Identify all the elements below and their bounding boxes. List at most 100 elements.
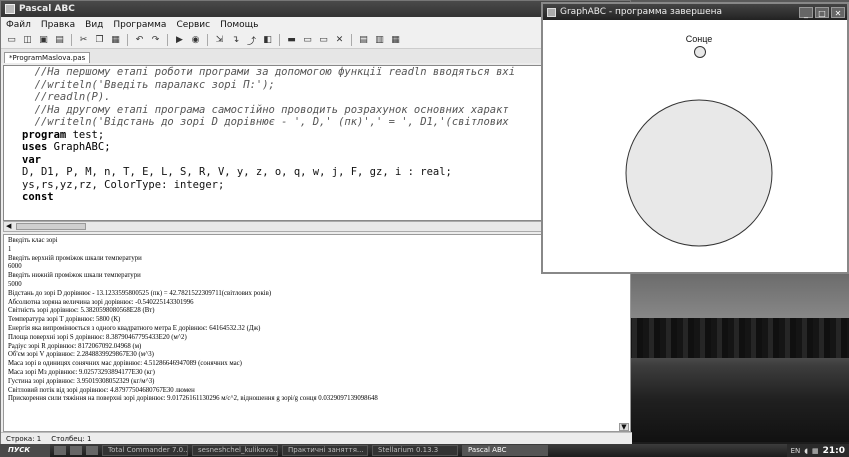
output-line: Прискорення сили тяжіння на поверхні зор…: [8, 395, 378, 403]
close-tab-icon[interactable]: ✕: [333, 34, 346, 46]
close-icon[interactable]: ✕: [831, 6, 845, 18]
system-tray: EN ◖ ▦ 21:0: [786, 444, 849, 457]
save-all-icon[interactable]: ▤: [53, 34, 66, 46]
code-line: D, D1, P, M, n, T, E, L, S, R, V, y, z, …: [22, 166, 452, 178]
code-line: //На другому етапі програма самостійно п…: [22, 103, 509, 116]
menu-bar: Файл Правка Вид Программа Сервис Помощь: [1, 17, 630, 32]
toolbar-divider: [207, 34, 208, 46]
code-line: //writeln('Введіть паралакс зорі П:');: [22, 78, 275, 91]
code-keyword: const: [22, 191, 54, 203]
sun-label: Сонце: [686, 34, 713, 44]
minimize-icon[interactable]: _: [799, 6, 813, 18]
toolbar-divider: [71, 34, 72, 46]
graphabc-window: GraphABC - программа завершена _ □ ✕ Сон…: [541, 2, 849, 274]
output-line: Об'єм зорі V дорівнює: 2.2848839929867E3…: [8, 351, 154, 359]
toolbar-divider: [351, 34, 352, 46]
paste-icon[interactable]: ▦: [109, 34, 122, 46]
redo-icon[interactable]: ↷: [149, 34, 162, 46]
code-line: ys,rs,yz,rz, ColorType: integer;: [22, 178, 225, 191]
menu-view[interactable]: Вид: [85, 20, 103, 30]
code-line: //writeln('Відстань до зорі D дорівнює -…: [22, 116, 509, 128]
taskbar-item[interactable]: sesneshchel_kulikova...: [192, 445, 278, 456]
menu-edit[interactable]: Правка: [41, 20, 75, 30]
start-button[interactable]: ПУСК: [0, 444, 50, 457]
tab-program-file[interactable]: *ProgramMaslova.pas: [4, 52, 91, 63]
pascal-window-title: Pascal ABC: [19, 4, 75, 14]
editor-tabs: *ProgramMaslova.pas: [1, 49, 630, 63]
output-line: Введіть нижній проміжок шкали температур…: [8, 272, 141, 280]
status-column: Столбец: 1: [51, 434, 92, 443]
undo-icon[interactable]: ↶: [133, 34, 146, 46]
code-line: //readln(P).: [22, 91, 111, 103]
tray-volume-icon[interactable]: ◖: [804, 447, 808, 455]
code-keyword: var: [22, 153, 41, 166]
help-icon[interactable]: ▦: [389, 34, 402, 46]
output-panel[interactable]: Введіть клас зорі 1 Введіть верхній проміж…: [3, 234, 631, 432]
menu-file[interactable]: Файл: [6, 20, 31, 30]
graph-app-icon: [547, 7, 556, 17]
new-file-icon[interactable]: ▭: [5, 34, 18, 46]
pascal-title-bar[interactable]: Pascal ABC: [1, 1, 630, 17]
graph-canvas: Сонце: [625, 34, 773, 247]
status-bar: Строка: 1 Столбец: 1: [1, 432, 632, 444]
quicklaunch-browser-icon[interactable]: [70, 446, 82, 455]
scroll-left-icon[interactable]: ◀: [6, 222, 11, 231]
step-into-icon[interactable]: ⇲: [213, 34, 226, 46]
output-line: Світність зорі дорівнює: 5.3820598080568…: [8, 307, 155, 315]
code-line: const: [4, 191, 630, 204]
tray-network-icon[interactable]: ▦: [812, 447, 819, 455]
toolbar-divider: [279, 34, 280, 46]
options-icon[interactable]: ▥: [373, 34, 386, 46]
clock: 21:0: [822, 445, 845, 456]
output-line: Густина зорі дорівнює: 3.95019308052329 …: [8, 377, 155, 385]
output-lines: Введіть клас зорі 1 Введіть верхній проміж…: [8, 237, 626, 404]
code-editor[interactable]: //На першому етапі роботи програми за до…: [3, 65, 631, 221]
output-line: 5000: [8, 280, 22, 288]
copy-icon[interactable]: ❐: [93, 34, 106, 46]
maximize-icon[interactable]: □: [815, 6, 829, 18]
scroll-down-icon[interactable]: ▼: [619, 423, 629, 431]
output-line: Радіус зорі R дорівнює: 8172067092.04968…: [8, 342, 142, 350]
scrollbar-thumb[interactable]: [16, 223, 86, 230]
stop-icon[interactable]: ◉: [189, 34, 202, 46]
menu-service[interactable]: Сервис: [176, 20, 210, 30]
taskbar-item[interactable]: Total Commander 7.0...: [102, 445, 188, 456]
watch-icon[interactable]: ◧: [261, 34, 274, 46]
toolbar: ▭ ◫ ▣ ▤ ✂ ❐ ▦ ↶ ↷ ▶ ◉ ⇲ ↴ ⤴ ◧ ▬ ▭ ▭ ✕ ▤ …: [1, 32, 630, 49]
star-circle: [625, 99, 773, 247]
sun-circle: [694, 46, 706, 58]
window-icon[interactable]: ▭: [301, 34, 314, 46]
run-icon[interactable]: ▶: [173, 34, 186, 46]
pascal-app-icon: [5, 4, 15, 14]
code-keyword: program: [22, 128, 67, 141]
cut-icon[interactable]: ✂: [77, 34, 90, 46]
step-over-icon[interactable]: ↴: [229, 34, 242, 46]
taskbar-item[interactable]: Практичні заняття...: [282, 445, 368, 456]
graph-title-bar[interactable]: GraphABC - программа завершена _ □ ✕: [543, 4, 847, 20]
open-folder-icon[interactable]: ◫: [21, 34, 34, 46]
format-icon[interactable]: ▤: [357, 34, 370, 46]
output-window-icon[interactable]: ▬: [285, 34, 298, 46]
language-indicator[interactable]: EN: [791, 447, 801, 455]
step-out-icon[interactable]: ⤴: [245, 34, 258, 47]
output-line: Маса зорі в одиницях сонячних мас дорівн…: [8, 360, 242, 368]
code-line: uses GraphABC;: [4, 141, 630, 154]
code-line: //На першому етапі роботи програми за до…: [22, 66, 516, 78]
minimize-all-icon[interactable]: ▭: [317, 34, 330, 46]
save-icon[interactable]: ▣: [37, 34, 50, 46]
code-line: var: [4, 154, 630, 167]
taskbar-item[interactable]: Stellarium 0.13.3: [372, 445, 458, 456]
editor-horizontal-scrollbar[interactable]: ◀: [3, 221, 631, 232]
menu-help[interactable]: Помощь: [220, 20, 258, 30]
quicklaunch-media-icon[interactable]: [86, 446, 98, 455]
code-text: test;: [66, 128, 105, 141]
taskbar-item-active[interactable]: Pascal ABC: [462, 445, 548, 456]
output-line: Температура зорі Т дорівнює: 5800 (К): [8, 316, 121, 324]
output-line: Площа поверхні зорі S дорівнює: 8.387904…: [8, 333, 187, 341]
graph-window-title: GraphABC - программа завершена: [560, 7, 723, 17]
menu-program[interactable]: Программа: [113, 20, 166, 30]
code-text: GraphABC;: [47, 141, 111, 153]
output-line: Маса зорі Мз дорівнює: 9.02573293894177E…: [8, 368, 155, 376]
toolbar-divider: [127, 34, 128, 46]
quicklaunch-desktop-icon[interactable]: [54, 446, 66, 455]
